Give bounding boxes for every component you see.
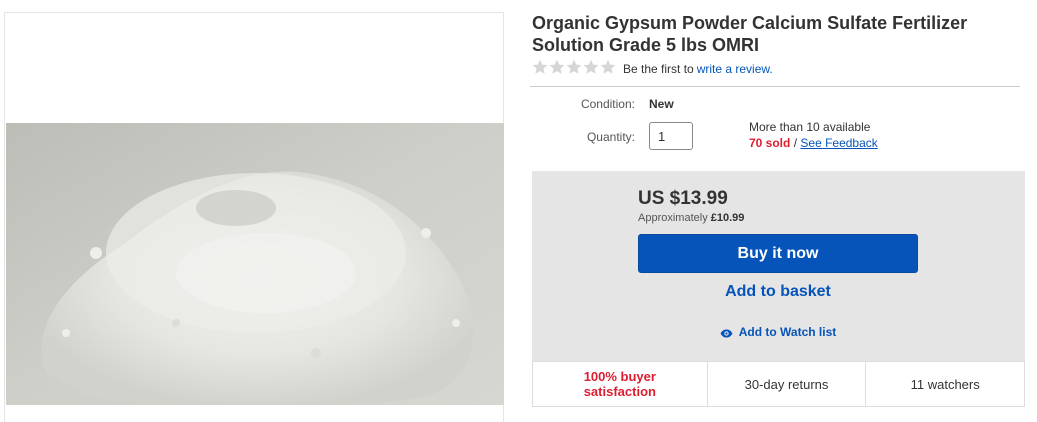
star-icon <box>566 59 582 74</box>
buy-it-now-button[interactable]: Buy it now <box>638 234 918 273</box>
quantity-label: Quantity: <box>586 130 635 144</box>
sold-count[interactable]: 70 sold <box>749 136 790 150</box>
see-feedback-link[interactable]: See Feedback <box>800 136 877 150</box>
star-icon <box>583 59 599 74</box>
eye-icon <box>720 329 733 338</box>
trust-bar: 100% buyer satisfaction 30-day returns 1… <box>532 361 1025 407</box>
product-title: Organic Gypsum Powder Calcium Sulfate Fe… <box>532 13 968 55</box>
write-review-link[interactable]: write a review. <box>697 62 773 76</box>
buyer-satisfaction: 100% buyer satisfaction <box>533 362 708 406</box>
availability-info: More than 10 available 70 sold / See Fee… <box>749 119 878 151</box>
approx-price: Approximately £10.99 <box>638 212 744 224</box>
sold-row: 70 sold / See Feedback <box>749 135 878 151</box>
watch-label: Add to Watch list <box>738 325 837 339</box>
buy-box: US $13.99 Approximately £10.99 Buy it no… <box>532 171 1025 361</box>
approx-prefix: Approximately <box>638 212 708 224</box>
star-icon <box>600 59 616 74</box>
approx-value: £10.99 <box>710 212 745 224</box>
review-prompt: Be the first to <box>623 62 694 76</box>
availability-text: More than 10 available <box>749 120 871 134</box>
quantity-input[interactable] <box>649 122 693 150</box>
add-to-watch-list-link[interactable]: Add to Watch list <box>638 325 918 339</box>
divider <box>530 86 1020 87</box>
price: US $13.99 <box>638 188 728 209</box>
condition-value: New <box>649 97 674 111</box>
star-rating[interactable] <box>532 59 617 80</box>
star-icon <box>532 59 548 74</box>
product-photo[interactable] <box>6 123 504 405</box>
buyer-satisfaction-text: 100% buyer satisfaction <box>583 369 656 399</box>
product-image-panel <box>4 12 504 422</box>
watchers-count: 11 watchers <box>910 376 980 392</box>
returns-policy: 30-day returns <box>708 362 867 406</box>
add-to-basket-link[interactable]: Add to basket <box>638 283 918 301</box>
condition-label: Condition: <box>580 97 635 111</box>
star-icon <box>549 59 565 74</box>
rating-row: Be the first to write a review. <box>532 59 773 80</box>
separator: / <box>793 136 798 150</box>
